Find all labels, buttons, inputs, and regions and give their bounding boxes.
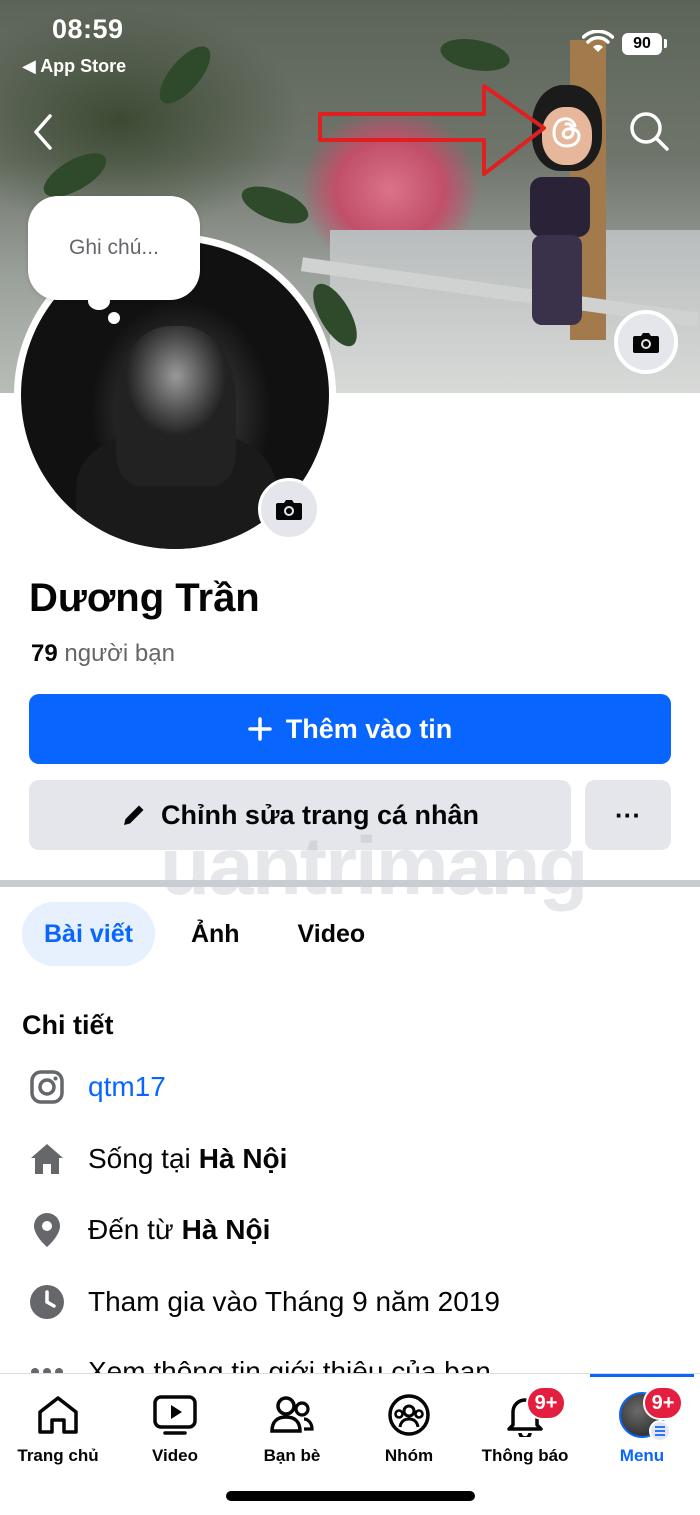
menu-badge: 9+ — [643, 1386, 683, 1420]
hamburger-icon — [649, 1420, 671, 1442]
groups-icon — [386, 1392, 432, 1438]
note-bubble-tail — [88, 292, 110, 310]
camera-icon — [633, 333, 659, 353]
note-placeholder: Ghi chú... — [69, 236, 159, 259]
add-to-story-button[interactable]: Thêm vào tin — [29, 694, 671, 764]
add-to-story-label: Thêm vào tin — [285, 713, 453, 744]
note-bubble[interactable]: Ghi chú... — [28, 196, 200, 300]
profile-name: Dương Trần — [29, 576, 260, 620]
tab-videos[interactable]: Video — [276, 902, 388, 966]
more-icon: ··· — [615, 799, 641, 830]
leaf — [236, 178, 314, 232]
detail-joined: Tham gia vào Tháng 9 năm 2019 — [28, 1282, 500, 1322]
tabbar-menu[interactable]: 9+ Menu — [584, 1374, 700, 1474]
wifi-icon — [582, 30, 614, 52]
details-heading: Chi tiết — [22, 1010, 114, 1040]
friends-count-link[interactable]: 79 người bạn — [31, 640, 175, 668]
back-to-app-link[interactable]: ◀ App Store — [22, 56, 126, 77]
detail-instagram[interactable]: qtm17 — [28, 1067, 166, 1107]
tabbar-groups-label: Nhóm — [384, 1446, 434, 1465]
battery-level: 90 — [633, 35, 651, 52]
profile-tabs: Bài viết Ảnh Video — [22, 902, 401, 966]
pencil-icon — [123, 805, 144, 825]
tabbar-friends-label: Bạn bè — [263, 1446, 321, 1465]
instagram-handle[interactable]: qtm17 — [88, 1071, 166, 1103]
video-icon — [152, 1392, 198, 1438]
tabbar-notifications[interactable]: 9+ Thông báo — [467, 1374, 583, 1474]
section-divider — [0, 880, 700, 887]
battery-icon: 90 — [622, 33, 662, 55]
tabbar-groups[interactable]: Nhóm — [351, 1374, 467, 1474]
lives-prefix: Sống tại — [88, 1143, 191, 1174]
tabbar-menu-label: Menu — [619, 1446, 665, 1465]
camera-icon — [276, 500, 302, 520]
from-place: Hà Nội — [181, 1214, 271, 1245]
status-time: 08:59 — [52, 14, 124, 44]
detail-from: Đến từ Hà Nội — [28, 1210, 270, 1250]
tabbar-video[interactable]: Video — [117, 1374, 233, 1474]
tab-posts[interactable]: Bài viết — [22, 902, 155, 966]
tabbar-home-label: Trang chủ — [17, 1446, 99, 1465]
tabbar-home[interactable]: Trang chủ — [0, 1374, 116, 1474]
home-indicator — [226, 1491, 475, 1501]
battery-tip — [664, 39, 667, 48]
annotation-arrow — [318, 84, 546, 176]
search-icon[interactable] — [628, 110, 670, 152]
edit-profile-picture-button[interactable] — [258, 478, 320, 540]
friends-icon — [269, 1392, 315, 1438]
note-bubble-tail — [108, 312, 120, 324]
edit-cover-camera-button[interactable] — [614, 310, 678, 374]
plus-icon — [247, 717, 272, 741]
joined-text: Tham gia vào Tháng 9 năm 2019 — [88, 1286, 500, 1317]
threads-icon[interactable] — [547, 112, 587, 152]
home-icon — [35, 1392, 81, 1438]
location-pin-icon — [28, 1211, 66, 1249]
lives-place: Hà Nội — [198, 1143, 288, 1174]
tab-photos[interactable]: Ảnh — [169, 902, 262, 966]
back-chevron-icon[interactable] — [26, 110, 60, 154]
notification-badge: 9+ — [526, 1386, 566, 1420]
watermark: uantrimang — [160, 821, 588, 912]
back-app-label: App Store — [40, 56, 127, 76]
friends-label: người bạn — [64, 640, 175, 667]
tabbar-notifications-label: Thông báo — [481, 1446, 569, 1465]
instagram-icon — [28, 1068, 66, 1106]
more-options-button[interactable]: ··· — [585, 780, 671, 850]
detail-lives-in: Sống tại Hà Nội — [28, 1139, 287, 1179]
friends-count: 79 — [31, 640, 58, 667]
from-prefix: Đến từ — [88, 1214, 174, 1245]
menu-avatar-icon: 9+ — [619, 1386, 683, 1442]
clock-icon — [28, 1283, 66, 1321]
tabbar-video-label: Video — [152, 1446, 198, 1465]
tabbar-friends[interactable]: Bạn bè — [234, 1374, 350, 1474]
home-icon — [28, 1140, 66, 1178]
bell-icon: 9+ — [502, 1386, 566, 1438]
